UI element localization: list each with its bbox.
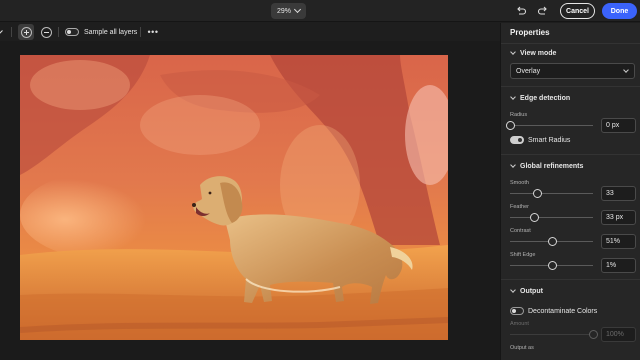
smooth-field[interactable]: 33 (601, 186, 636, 201)
edge-detection-title: Edge detection (520, 95, 571, 102)
cancel-button[interactable]: Cancel (560, 3, 595, 19)
amount-field[interactable]: 100% (601, 327, 636, 342)
options-bar: Sample all layers ••• (0, 23, 500, 41)
decontaminate-colors-label: Decontaminate Colors (528, 307, 598, 315)
divider (58, 27, 59, 37)
chevron-down-icon (0, 30, 3, 34)
slider-thumb[interactable] (505, 121, 515, 130)
chevron-down-icon (510, 162, 516, 168)
subtract-circle-icon (40, 26, 52, 38)
decontaminate-colors-switch[interactable]: Decontaminate Colors (510, 307, 597, 315)
slider-track (510, 193, 593, 194)
divider (501, 154, 640, 155)
slider-thumb[interactable] (530, 213, 540, 222)
photo-canvas[interactable] (20, 55, 448, 340)
view-mode-section-header[interactable]: View mode (510, 49, 557, 57)
undo-icon[interactable] (515, 5, 527, 17)
chevron-down-icon (623, 67, 629, 73)
amount-slider[interactable] (510, 330, 598, 339)
slider-track (510, 217, 593, 218)
more-options-button[interactable]: ••• (146, 24, 160, 40)
contrast-field[interactable]: 51% (601, 234, 636, 249)
chevron-down-icon (510, 94, 516, 100)
divider (501, 86, 640, 87)
view-mode-value: Overlay (516, 67, 541, 75)
toggle-switch[interactable] (510, 307, 524, 315)
toggle-switch[interactable] (510, 136, 524, 144)
smart-radius-label: Smart Radius (528, 136, 571, 144)
output-as-label: Output as (510, 345, 534, 351)
radius-field[interactable]: 0 px (601, 118, 636, 133)
chevron-down-icon (510, 287, 516, 293)
smart-radius-switch[interactable]: Smart Radius (510, 136, 570, 144)
properties-panel: Properties View mode Overlay Edge detect… (500, 23, 640, 360)
view-mode-select[interactable]: Overlay (510, 63, 635, 79)
chevron-down-icon (293, 5, 302, 14)
radius-label: Radius (510, 112, 528, 118)
divider (140, 27, 141, 37)
slider-thumb[interactable] (547, 237, 557, 246)
global-refinements-title: Global refinements (520, 163, 584, 170)
done-button[interactable]: Done (602, 3, 637, 19)
radius-slider[interactable] (505, 121, 593, 130)
tool-dropdown[interactable] (0, 24, 6, 40)
more-icon: ••• (147, 27, 159, 37)
edge-detection-section-header[interactable]: Edge detection (510, 94, 571, 102)
divider (501, 279, 640, 280)
divider (501, 43, 640, 44)
slider-thumb[interactable] (532, 189, 542, 198)
global-refinements-section-header[interactable]: Global refinements (510, 162, 584, 170)
zoom-dropdown[interactable]: 29% (271, 3, 306, 19)
canvas-area (0, 41, 500, 360)
feather-slider[interactable] (510, 213, 593, 222)
panel-title: Properties (510, 28, 550, 37)
sample-all-layers-label: Sample all layers (84, 28, 138, 36)
slider-thumb[interactable] (588, 330, 598, 339)
dog-photo-image (20, 55, 448, 340)
toggle-switch[interactable] (65, 28, 79, 36)
zoom-value: 29% (276, 7, 291, 15)
divider (11, 27, 12, 37)
view-mode-title: View mode (520, 50, 557, 57)
shift-edge-slider[interactable] (510, 261, 593, 270)
smooth-slider[interactable] (510, 189, 593, 198)
add-circle-icon (20, 26, 32, 38)
output-title: Output (520, 288, 543, 295)
contrast-slider[interactable] (510, 237, 593, 246)
shift-edge-field[interactable]: 1% (601, 258, 636, 273)
top-bar: 29% Cancel Done (0, 0, 640, 22)
smooth-label: Smooth (510, 180, 529, 186)
amount-label: Amount (510, 321, 529, 327)
slider-track (510, 125, 593, 126)
feather-label: Feather (510, 204, 529, 210)
output-section-header[interactable]: Output (510, 287, 543, 295)
slider-thumb[interactable] (547, 261, 557, 270)
shift-edge-label: Shift Edge (510, 252, 536, 258)
feather-field[interactable]: 33 px (601, 210, 636, 225)
chevron-down-icon (510, 49, 516, 55)
add-to-selection-button[interactable] (18, 24, 34, 40)
redo-icon[interactable] (537, 5, 549, 17)
slider-track (510, 334, 593, 335)
subtract-from-selection-button[interactable] (38, 24, 54, 40)
contrast-label: Contrast (510, 228, 531, 234)
